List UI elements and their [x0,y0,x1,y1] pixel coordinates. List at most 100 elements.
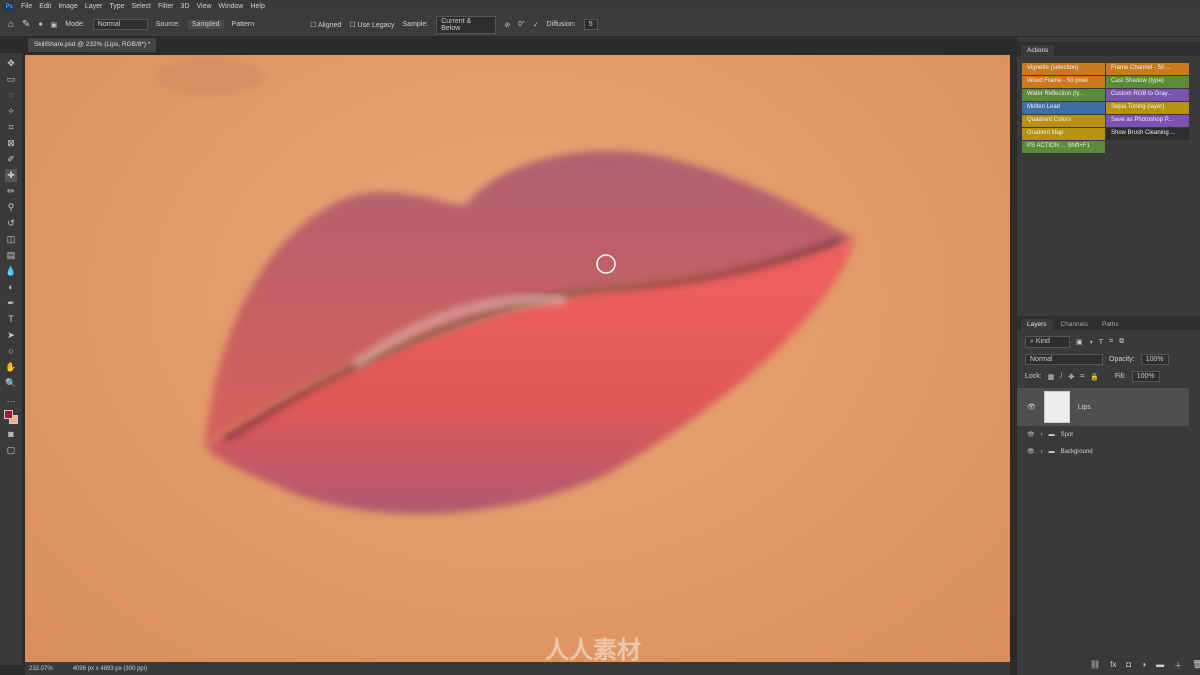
action-item[interactable]: Show Brush Cleaning ... [1106,128,1189,140]
action-item[interactable]: Custom RGB to Gray... [1106,89,1189,101]
tab-layers[interactable]: Layers [1021,319,1053,330]
layer-row[interactable]: 👁 Lips [1017,388,1189,426]
menu-filter[interactable]: Filter [158,3,174,10]
action-item[interactable]: Save as Photoshop P... [1106,115,1189,127]
dodge-tool-icon[interactable]: ◐ [5,281,17,294]
frame-tool-icon[interactable]: ⊠ [5,137,17,150]
action-item[interactable]: Water Reflection (ty... [1022,89,1105,101]
expand-chevron-icon[interactable]: › [1041,432,1043,438]
magic-wand-icon[interactable]: ✧ [5,105,17,118]
more-tools-icon[interactable]: … [5,393,17,406]
type-tool-icon[interactable]: T [5,313,17,326]
adjustment-icon[interactable]: ◑ [1141,660,1146,671]
link-icon[interactable]: ⛓ [1090,660,1100,671]
blend-mode-select[interactable]: Normal [1025,354,1103,365]
menu-image[interactable]: Image [58,3,77,10]
diffusion-field[interactable]: 5 [583,19,598,30]
tab-channels[interactable]: Channels [1055,319,1094,330]
ignore-adjustment-icon[interactable]: ⊘ [504,21,510,29]
shape-tool-icon[interactable]: ○ [5,345,17,358]
gradient-tool-icon[interactable]: ▤ [5,249,17,262]
path-selection-icon[interactable]: ➤ [5,329,17,342]
eraser-icon[interactable]: ◫ [5,233,17,246]
zoom-level[interactable]: 232.07% [29,666,53,672]
menu-edit[interactable]: Edit [39,3,51,10]
stamp-tool-icon[interactable]: ⚲ [5,201,17,214]
blur-tool-icon[interactable]: 💧 [5,265,17,278]
quick-mask-icon[interactable]: ◙ [5,428,17,441]
use-legacy-checkbox[interactable]: ☐ Use Legacy [349,21,394,29]
action-item[interactable]: Frame Channel - 50 ... [1106,63,1189,75]
zoom-tool-icon[interactable]: 🔍 [5,377,17,390]
menu-select[interactable]: Select [132,3,151,10]
lock-paint-icon[interactable]: / [1060,373,1062,380]
hand-tool-icon[interactable]: ✋ [5,361,17,374]
move-tool-icon[interactable]: ✥ [5,57,17,70]
mode-label: Mode: [65,21,85,28]
layer-filter-select[interactable]: ⌕ Kind [1025,336,1070,348]
tab-paths[interactable]: Paths [1096,319,1125,330]
pressure-icon[interactable]: ✓ [533,21,539,29]
color-swatches[interactable] [3,409,19,425]
brush-size-icon[interactable]: ● [38,21,42,28]
filter-smart-icon[interactable]: ⧉ [1119,338,1124,346]
menu-view[interactable]: View [197,3,212,10]
action-item[interactable]: Gradient Map [1022,128,1105,140]
menu-help[interactable]: Help [250,3,264,10]
filter-shape-icon[interactable]: ⌗ [1109,338,1113,346]
action-item[interactable]: Vignette (selection) [1022,63,1105,75]
angle-field[interactable]: 0° [518,21,525,28]
menu-3d[interactable]: 3D [181,3,190,10]
document-canvas[interactable]: 人人素材 [25,55,1010,664]
new-layer-icon[interactable]: ＋ [1174,660,1182,671]
crop-tool-icon[interactable]: ⌗ [5,121,17,134]
menu-layer[interactable]: Layer [85,3,103,10]
action-item[interactable]: PS ACTION ... Shift+F1 [1022,141,1105,153]
healing-brush-tool-icon[interactable]: ✚ [5,169,17,182]
menu-type[interactable]: Type [109,3,124,10]
action-item[interactable]: Quadrant Colors [1022,115,1105,127]
expand-chevron-icon[interactable]: › [1041,449,1043,455]
filter-pixel-icon[interactable]: ▣ [1076,338,1083,346]
visibility-eye-icon[interactable]: 👁 [1027,448,1035,455]
screen-mode-icon[interactable]: ▢ [5,444,17,457]
lasso-tool-icon[interactable]: ◌ [5,89,17,102]
brush-settings-icon[interactable]: ▣ [51,21,58,29]
trash-icon[interactable]: 🗑 [1192,660,1200,671]
filter-adjust-icon[interactable]: ◑ [1089,339,1093,346]
action-item[interactable]: Cast Shadow (type) [1106,76,1189,88]
visibility-eye-icon[interactable]: 👁 [1027,403,1036,411]
pen-tool-icon[interactable]: ✒ [5,297,17,310]
action-item[interactable]: Molten Lead [1022,102,1105,114]
mask-icon[interactable]: ◘ [1126,660,1131,671]
lock-pixels-icon[interactable]: ▦ [1048,373,1055,381]
opacity-field[interactable]: 100% [1140,354,1169,365]
aligned-checkbox[interactable]: ☐ Aligned [310,21,341,29]
mode-select[interactable]: Normal [92,19,148,30]
sampled-button[interactable]: Sampled [187,20,224,29]
lock-all-icon[interactable]: 🔒 [1090,373,1099,381]
brush-tool-icon[interactable]: ✏ [5,185,17,198]
home-icon[interactable]: ⌂ [8,19,14,30]
history-brush-icon[interactable]: ↺ [5,217,17,230]
menu-file[interactable]: File [21,3,32,10]
tab-actions[interactable]: Actions [1021,45,1055,56]
lock-artboard-icon[interactable]: ⌗ [1080,373,1084,381]
filter-type-icon[interactable]: T [1099,339,1103,346]
layer-row[interactable]: 👁 › ▬ Background [1017,443,1200,460]
eyedropper-icon[interactable]: ✐ [5,153,17,166]
fx-icon[interactable]: fx [1110,660,1116,671]
healing-brush-icon[interactable]: ✎ [22,19,30,30]
visibility-eye-icon[interactable]: 👁 [1027,431,1035,438]
action-item[interactable]: Wood Frame - 50 pixel [1022,76,1105,88]
group-icon[interactable]: ▬ [1156,660,1164,671]
fill-field[interactable]: 100% [1131,371,1160,382]
menu-window[interactable]: Window [219,3,244,10]
marquee-tool-icon[interactable]: ▭ [5,73,17,86]
pattern-button[interactable]: Pattern [232,21,255,28]
layer-row[interactable]: 👁 › ▬ Spot [1017,426,1200,443]
action-item[interactable]: Sepia Toning (layer) [1106,102,1189,114]
lock-move-icon[interactable]: ✥ [1068,373,1074,381]
document-tab[interactable]: SkillShare.psd @ 232% (Lips, RGB/8*) * [28,38,157,52]
sample-select[interactable]: Current & Below [436,15,497,34]
